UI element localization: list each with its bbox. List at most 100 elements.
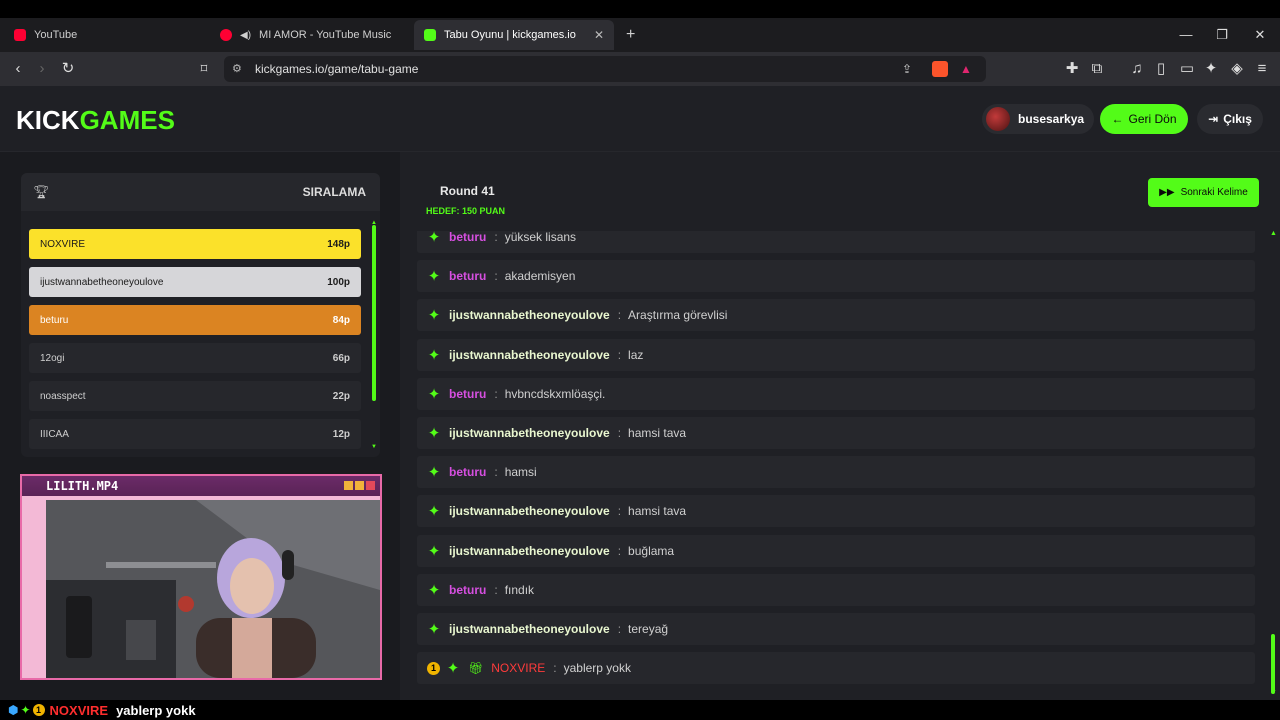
gem-icon: ✦ bbox=[427, 542, 441, 560]
sub-badge: 1 bbox=[32, 704, 45, 716]
main-content: 🏆︎ SIRALAMA NOXVIRE 148p ijustwannabetheon… bbox=[0, 152, 1280, 700]
address-bar[interactable]: ⚙ kickgames.io/game/tabu-game ⇪ ▲ bbox=[224, 56, 986, 82]
leaderboard-row: IIICAA 12p bbox=[29, 419, 361, 449]
tab-youtube[interactable]: YouTube bbox=[4, 20, 204, 50]
menu-icon[interactable]: ≡ bbox=[1253, 60, 1271, 78]
message-text: akademisyen bbox=[504, 269, 576, 284]
scroll-down-icon[interactable]: ▼ bbox=[371, 444, 377, 450]
gem-icon: ✦ bbox=[427, 581, 441, 599]
next-word-button[interactable]: ▶▶ Sonraki Kelime bbox=[1148, 178, 1259, 207]
browser-toolbar: ‹ › ↻ ⌑ ⚙ kickgames.io/game/tabu-game ⇪ … bbox=[0, 52, 1280, 86]
message-username: ijustwannabetheoneyoulove bbox=[449, 347, 610, 362]
separator: : bbox=[617, 426, 622, 440]
message-text: hamsi tava bbox=[628, 504, 687, 519]
trophy-icon: 🏆︎ bbox=[33, 184, 50, 199]
close-tab-icon[interactable]: ✕ bbox=[594, 28, 604, 42]
maximize-window-icon bbox=[355, 481, 364, 490]
webcam-title: LILITH.MP4 bbox=[46, 479, 119, 493]
chat-message: 1 ✦ 🎁︎ NOXVIRE: yablerp yokk bbox=[417, 652, 1255, 685]
leaderboard-row: 12ogi 66p bbox=[29, 343, 361, 373]
separator: : bbox=[617, 543, 622, 558]
message-username: beturu bbox=[449, 582, 487, 597]
logout-icon: ⇥ bbox=[1208, 112, 1219, 126]
player-points: 66p bbox=[332, 352, 350, 364]
vpn-icon[interactable]: ◈ bbox=[1228, 60, 1246, 78]
logout-button[interactable]: ⇥ Çıkış bbox=[1197, 104, 1263, 134]
leaderboard-scrollbar[interactable] bbox=[372, 225, 376, 401]
scroll-up-icon[interactable]: ▲ bbox=[1270, 230, 1277, 237]
message-text: buğlama bbox=[628, 543, 675, 558]
gem-icon: ✦ bbox=[427, 268, 441, 286]
message-text: tereyağ bbox=[628, 622, 669, 636]
player-name: NOXVIRE bbox=[40, 238, 86, 250]
message-username: ijustwannabetheoneyoulove bbox=[449, 543, 610, 558]
overlay-message: yablerp yokk bbox=[116, 702, 196, 718]
gem-icon: ✦ bbox=[427, 307, 441, 325]
player-points: 148p bbox=[327, 238, 350, 250]
chat-message: ✦ ijustwannabetheoneyoulove: Araştırma gör… bbox=[417, 299, 1255, 332]
message-text: laz bbox=[628, 347, 644, 362]
next-word-label: Sonraki Kelime bbox=[1180, 187, 1248, 198]
tab-title: MI AMOR - YouTube Music bbox=[259, 29, 392, 41]
scrollbar-thumb[interactable] bbox=[372, 225, 376, 401]
player-name: ijustwannabetheoneyoulove bbox=[40, 276, 164, 288]
gift-icon: 🎁︎ bbox=[468, 661, 484, 676]
kickgames-logo[interactable]: KICKGAMES bbox=[16, 105, 175, 136]
fast-forward-icon: ▶▶ bbox=[1159, 187, 1175, 198]
extensions-icon[interactable]: ✚ bbox=[1063, 60, 1081, 78]
separator: : bbox=[553, 661, 557, 676]
leo-ai-icon[interactable]: ✦ bbox=[1202, 60, 1220, 78]
close-window-icon[interactable]: ✕ bbox=[1252, 28, 1268, 42]
share-icon[interactable]: ⇪ bbox=[902, 56, 912, 82]
brave-shields-icon[interactable] bbox=[932, 61, 948, 77]
shield-badge-icon: ⬢ bbox=[8, 703, 19, 717]
site-header: KICKGAMES busesarkya ← Geri Dön ⇥ Çıkış bbox=[0, 86, 1280, 152]
player-name: 12ogi bbox=[40, 352, 65, 364]
minimize-window-icon bbox=[344, 481, 353, 490]
brave-rewards-icon[interactable]: ▲ bbox=[960, 56, 972, 82]
forward-arrow-icon[interactable]: › bbox=[33, 60, 51, 78]
back-arrow-icon[interactable]: ‹ bbox=[9, 60, 27, 78]
separator: : bbox=[617, 347, 622, 362]
minimize-icon[interactable]: — bbox=[1178, 28, 1194, 42]
restore-icon[interactable]: ❐ bbox=[1214, 28, 1230, 42]
site-settings-icon[interactable]: ⚙ bbox=[232, 56, 242, 82]
arrow-left-icon: ← bbox=[1111, 112, 1124, 126]
leaderboard-header: 🏆︎ SIRALAMA bbox=[21, 173, 380, 211]
message-text: yüksek lisans bbox=[504, 231, 577, 244]
sidebar-icon[interactable]: ▯ bbox=[1152, 60, 1170, 78]
webcam-video bbox=[46, 500, 380, 678]
player-points: 12p bbox=[332, 428, 350, 440]
message-username: ijustwannabetheoneyoulove bbox=[449, 504, 610, 519]
media-icon[interactable]: ♫ bbox=[1128, 60, 1146, 78]
bookmark-icon[interactable]: ⌑ bbox=[195, 60, 213, 78]
player-name: noasspect bbox=[40, 390, 86, 402]
message-text: yablerp yokk bbox=[563, 661, 631, 676]
tab-kickgames[interactable]: Tabu Oyunu | kickgames.io ✕ bbox=[414, 20, 614, 50]
screenshot-icon[interactable]: ⧉ bbox=[1088, 60, 1106, 78]
scroll-down-icon[interactable]: ▼ bbox=[1270, 689, 1277, 696]
message-username: ijustwannabetheoneyoulove bbox=[449, 622, 610, 636]
game-panel: Round 41 HEDEF: 150 PUAN ▶▶ Sonraki Keli… bbox=[400, 152, 1280, 700]
scrollbar-thumb[interactable] bbox=[1271, 634, 1275, 694]
kickgames-favicon-icon bbox=[424, 29, 436, 41]
player-points: 100p bbox=[327, 276, 350, 288]
separator: : bbox=[617, 504, 622, 519]
feed-scrollbar[interactable] bbox=[1271, 234, 1275, 694]
message-username: beturu bbox=[449, 386, 487, 401]
scroll-up-icon[interactable]: ▲ bbox=[371, 220, 377, 226]
new-tab-button[interactable]: + bbox=[620, 20, 646, 50]
back-button[interactable]: ← Geri Dön bbox=[1100, 104, 1188, 134]
gem-badge-icon: ✦ bbox=[20, 703, 31, 717]
player-name: beturu bbox=[40, 314, 69, 326]
tab-youtube-music[interactable]: ◀) MI AMOR - YouTube Music bbox=[210, 20, 410, 50]
gem-icon: ✦ bbox=[427, 385, 441, 403]
message-text: hamsi bbox=[504, 465, 537, 480]
separator: : bbox=[617, 308, 622, 323]
chat-message: ✦ ijustwannabetheoneyoulove: hamsi tava bbox=[417, 495, 1255, 528]
user-profile-chip[interactable]: busesarkya bbox=[982, 104, 1095, 134]
reload-icon[interactable]: ↻ bbox=[59, 60, 77, 78]
wallet-icon[interactable]: ▭ bbox=[1178, 60, 1196, 78]
tab-title: Tabu Oyunu | kickgames.io bbox=[444, 29, 576, 41]
gem-icon: ✦ bbox=[427, 464, 441, 482]
